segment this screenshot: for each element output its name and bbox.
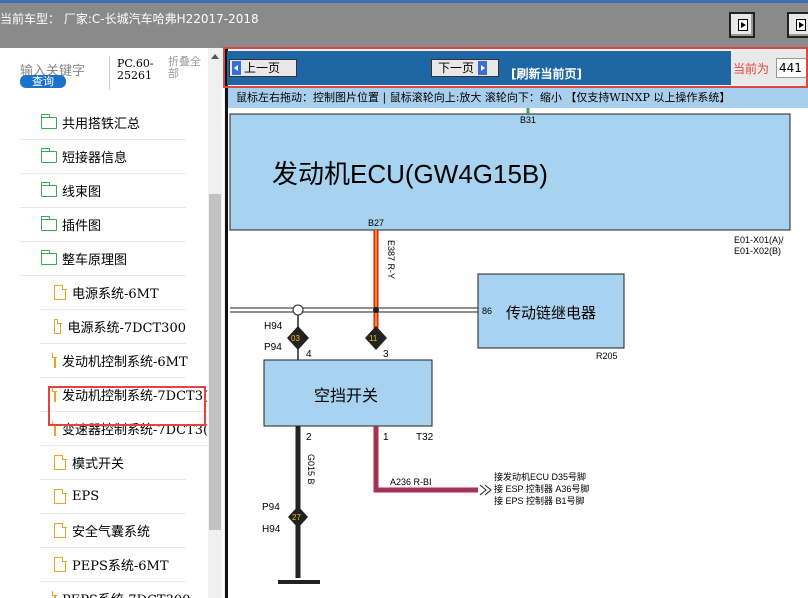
next-page-button[interactable]: 下一页 [431, 59, 499, 77]
file-icon [54, 556, 67, 572]
tree-item-label: 电源系统-7DCT300 [67, 321, 186, 336]
tree-item-peps-7dct300[interactable]: PEPS系统-7DCT300 [40, 582, 190, 598]
current-page-label: 当前为 [733, 62, 770, 76]
tree-item-eps[interactable]: EPS [40, 480, 186, 514]
connector-t32: T32 [416, 432, 434, 443]
file-icon [54, 318, 63, 334]
tree-item-label: 插件图 [62, 219, 102, 234]
relay-name: 传动链继电器 [506, 305, 596, 322]
splice-27: 27 [292, 513, 301, 522]
pin-4: 4 [306, 349, 312, 360]
label-p94-lower: P94 [262, 502, 280, 513]
tree-item-engine-6mt[interactable]: 发动机控制系统-6MT [40, 344, 188, 378]
folder-icon [40, 147, 57, 163]
file-icon [51, 590, 57, 598]
file-icon [51, 352, 57, 368]
current-vehicle-label: 当前车型： 厂家:C-长城汽车哈弗H22017-2018 [0, 12, 259, 26]
wire-g015-label: G015 B [306, 454, 316, 485]
forward-icon-button[interactable] [729, 12, 755, 38]
next-icon-button[interactable] [787, 12, 808, 38]
sidebar: 输入关键字 查询 PC.60- 25261 折叠全 部 共用搭铁汇总 短接器信息… [0, 48, 224, 598]
query-button[interactable]: 查询 [20, 75, 66, 88]
tree-item-connector-diagram[interactable]: 插件图 [20, 208, 186, 242]
tree-item-schematics[interactable]: 整车原理图 [20, 242, 186, 276]
ecu-pin-b27: B27 [368, 218, 384, 228]
destination-ecu-d35: 接发动机ECU D35号脚 [494, 471, 586, 482]
relay-pin: 86 [482, 306, 492, 316]
file-icon [54, 284, 67, 300]
tree-item-connector-info[interactable]: 短接器信息 [20, 140, 186, 174]
pc-code: PC.60- 25261 [117, 58, 154, 82]
tree-item-label: EPS [72, 489, 100, 504]
arrow-right-icon [478, 61, 488, 75]
relay-code: R205 [596, 351, 618, 361]
collapse-all-link[interactable]: 折叠全 部 [168, 56, 201, 80]
label-h94: H94 [264, 321, 283, 332]
folder-open-icon [40, 249, 57, 265]
page-navbar: 上一页 下一页 [刷新当前页] [227, 51, 808, 85]
file-icon [54, 488, 67, 504]
tree-item-power-7dct300[interactable]: 电源系统-7DCT300 [40, 310, 186, 344]
arrow-left-icon [232, 61, 241, 75]
tree-item-common-ground[interactable]: 共用搭铁汇总 [20, 106, 186, 140]
tree-item-label: 电源系统-6MT [72, 287, 159, 302]
sidebar-scrollbar[interactable] [208, 48, 222, 598]
tree-item-label: 线束图 [62, 185, 102, 200]
file-icon [54, 522, 67, 538]
next-page-label: 下一页 [438, 61, 475, 75]
folder-icon [40, 181, 57, 197]
tree-item-airbag[interactable]: 安全气囊系统 [40, 514, 186, 548]
ecu-title: 发动机ECU(GW4G15B) [272, 159, 548, 189]
tree-item-label: 共用搭铁汇总 [62, 117, 141, 132]
splice-11: 11 [369, 334, 378, 343]
ecu-connector-b: E01-X02(B) [734, 246, 781, 256]
tree-item-power-6mt[interactable]: 电源系统-6MT [40, 276, 186, 310]
label-h94-lower: H94 [262, 524, 281, 535]
destination-esp-a36: 接 ESP 控制器 A36号脚 [494, 483, 589, 494]
wire-a236-label: A236 R-BI [390, 477, 432, 487]
current-page-input[interactable]: 441 [776, 58, 808, 78]
label-p94: P94 [264, 342, 282, 353]
top-bar: 当前车型： 厂家:C-长城汽车哈弗H22017-2018 [0, 0, 808, 48]
prev-page-button[interactable]: 上一页 [229, 59, 297, 77]
destination-eps-b1: 接 EPS 控制器 B1号脚 [494, 495, 585, 506]
current-page-box: 当前为 441 [731, 51, 808, 85]
tree-item-label: 发动机控制系统-6MT [62, 355, 188, 370]
tree-item-label: 模式开关 [72, 457, 125, 472]
pin-3: 3 [383, 349, 389, 360]
scrollbar-thumb[interactable] [209, 194, 221, 530]
refresh-button[interactable]: [刷新当前页] [511, 65, 582, 82]
selection-highlight [48, 386, 206, 426]
prev-page-label: 上一页 [244, 61, 281, 75]
file-icon [54, 454, 67, 470]
wiring-diagram[interactable]: B31 发动机ECU(GW4G15B) B27 E01-X01(A)/ E01-… [228, 108, 808, 598]
wiring-diagram-svg: B31 发动机ECU(GW4G15B) B27 E01-X01(A)/ E01-… [229, 108, 791, 584]
tree-item-label: PEPS系统-6MT [72, 559, 169, 574]
folder-icon [40, 113, 57, 129]
folder-icon [40, 215, 57, 231]
wire-e387-label: E387 R-Y [386, 240, 396, 279]
pc-code-line2: 25261 [117, 69, 152, 82]
pin-2: 2 [306, 432, 312, 443]
tree-item-peps-6mt[interactable]: PEPS系统-6MT [40, 548, 186, 582]
usage-hint: 鼠标左右拖动：控制图片位置 | 鼠标滚轮向上:放大 滚轮向下：缩小 【仅支持WI… [228, 88, 808, 108]
scroll-up-icon[interactable] [211, 54, 219, 59]
divider [109, 56, 110, 90]
neutral-switch-name: 空挡开关 [314, 387, 378, 405]
play-icon [796, 19, 806, 31]
ecu-connector-a: E01-X01(A)/ [734, 235, 784, 245]
tree-item-label: 短接器信息 [62, 151, 128, 166]
ecu-pin-b31: B31 [520, 115, 536, 125]
tree-item-label: 整车原理图 [62, 253, 128, 268]
tree-item-mode-switch[interactable]: 模式开关 [40, 446, 186, 480]
tree-item-label: 安全气囊系统 [72, 525, 151, 540]
tree-item-harness[interactable]: 线束图 [20, 174, 186, 208]
splice-03: 03 [291, 334, 300, 343]
collapse-all-line2: 部 [168, 67, 179, 80]
pin-1: 1 [383, 432, 389, 443]
tree-item-label: PEPS系统-7DCT300 [62, 589, 190, 598]
play-icon [738, 19, 748, 31]
